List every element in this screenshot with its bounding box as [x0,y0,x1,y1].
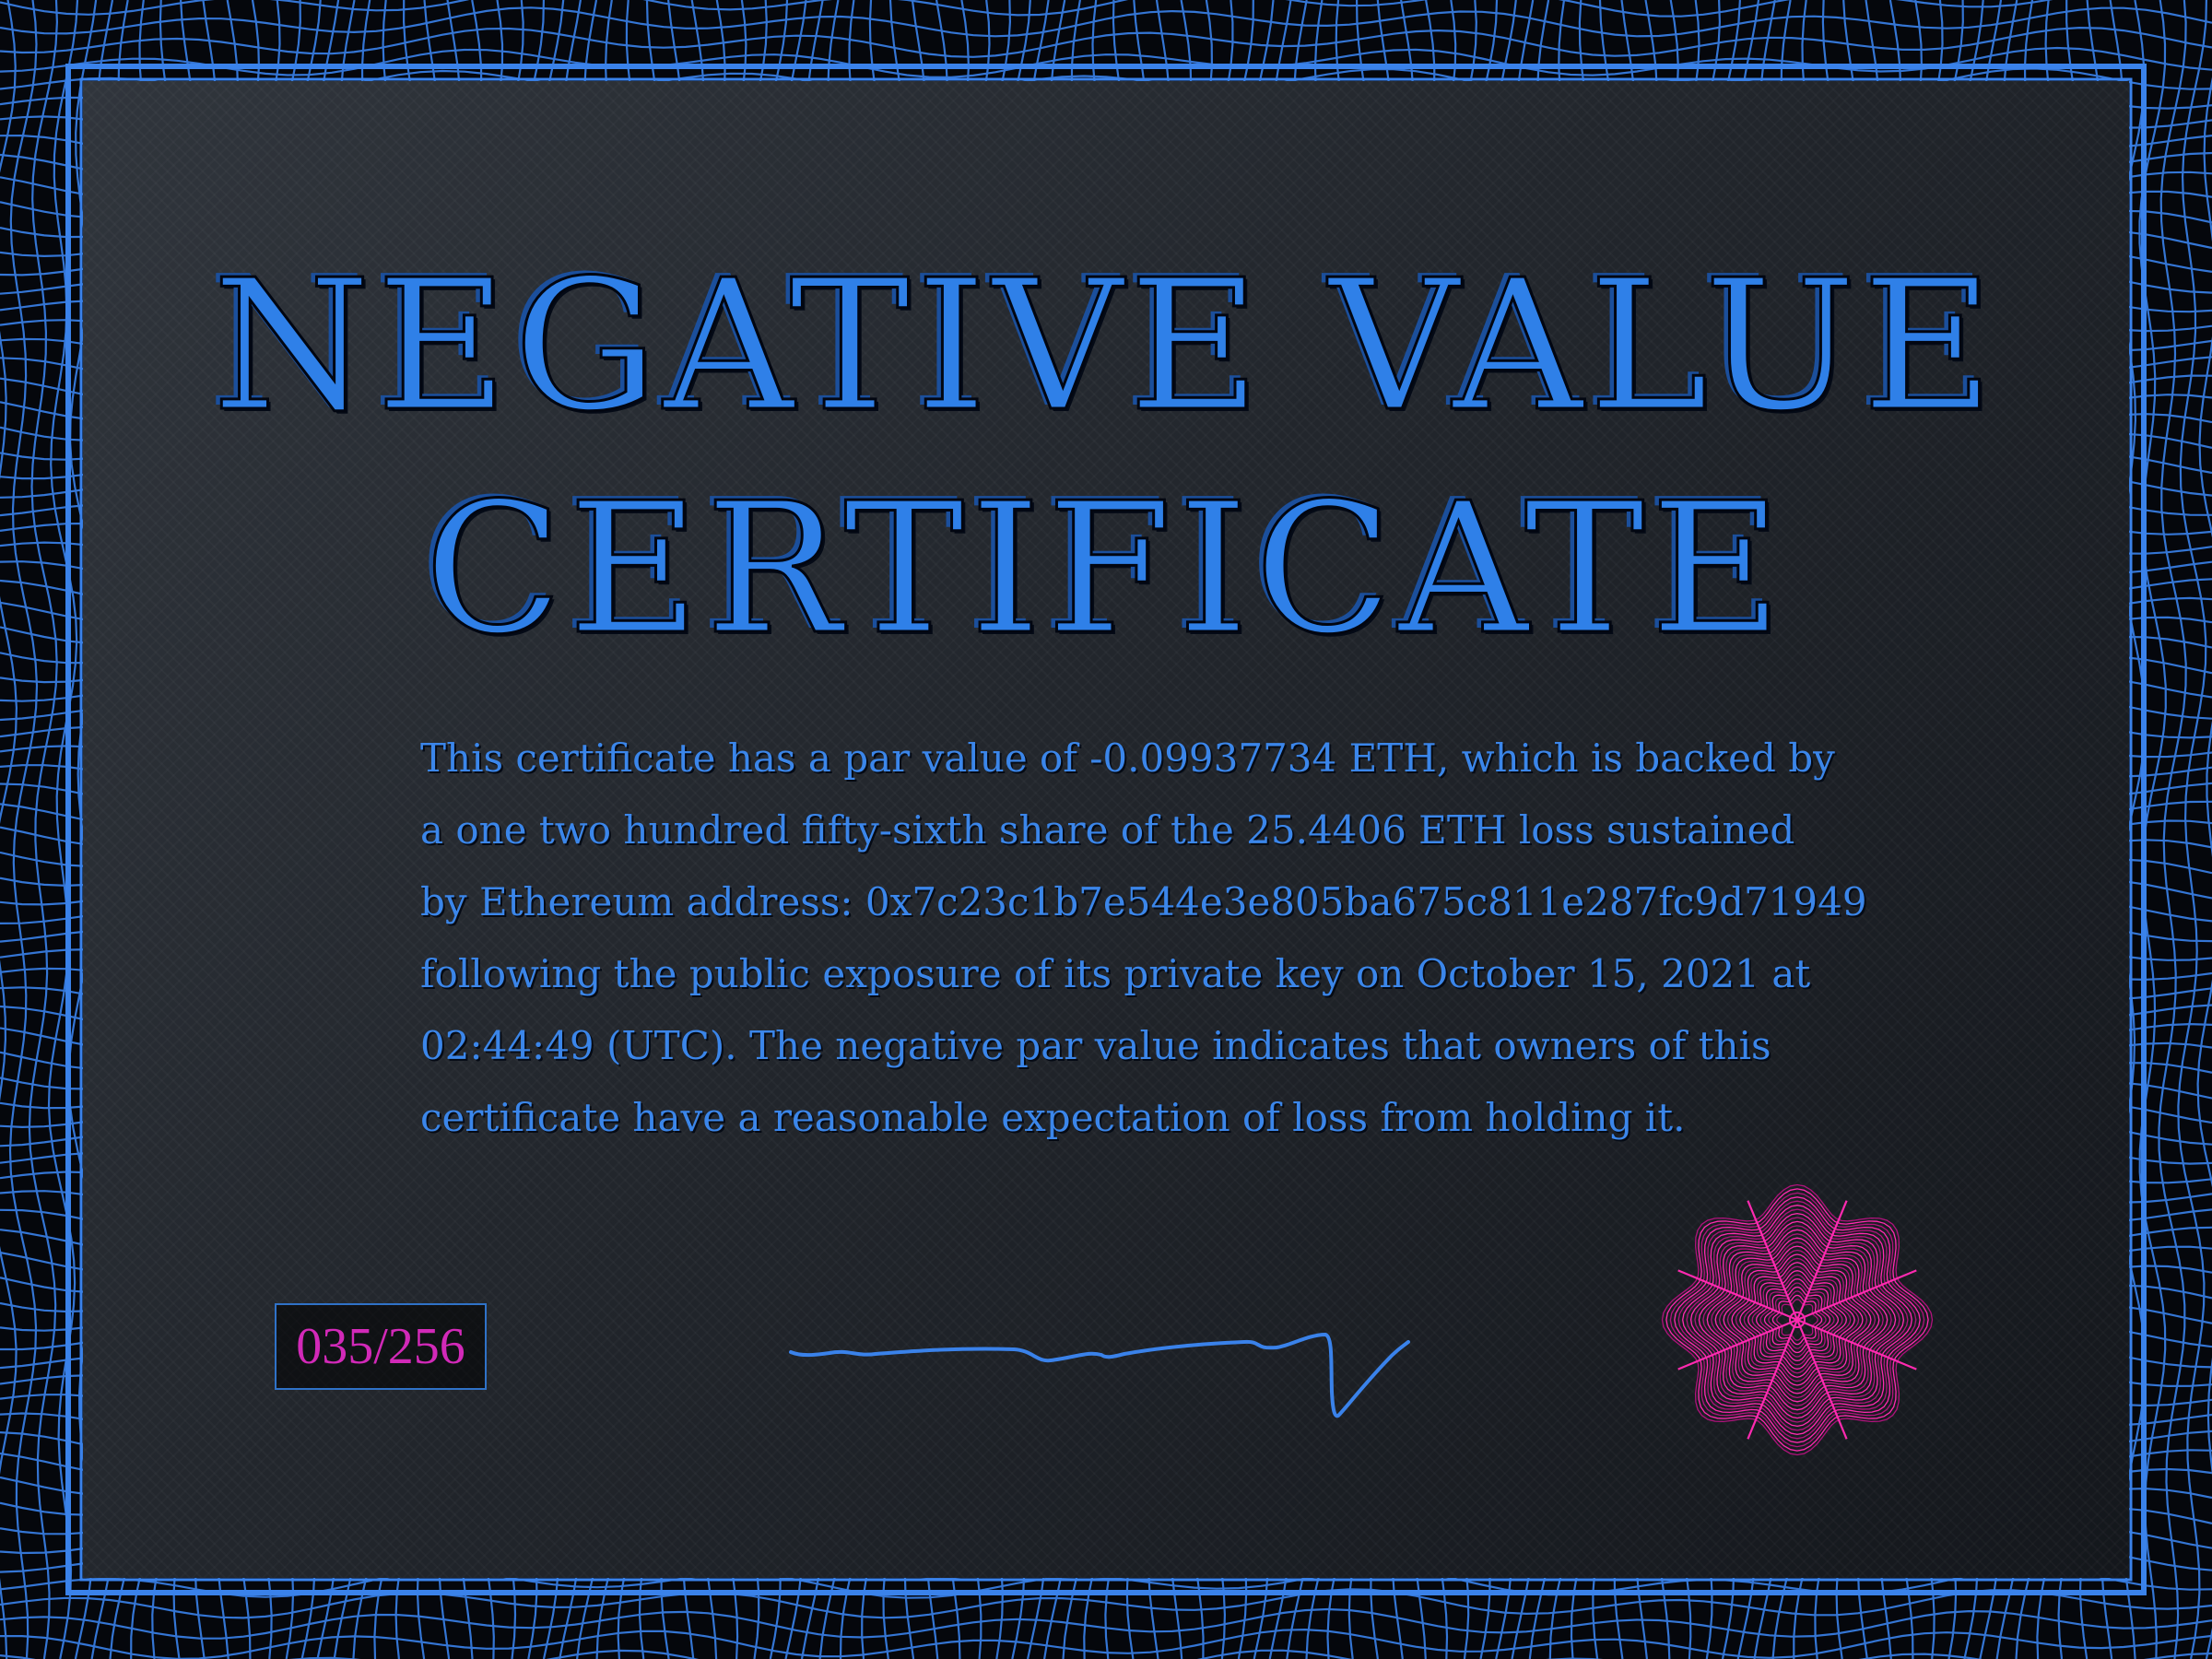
certificate-title-line-2: CERTIFICATE [423,465,1788,675]
signature [789,1333,1410,1418]
certificate: NEGATIVE VALUE CERTIFICATE This certific… [0,0,2212,1659]
body-line-3: by Ethereum address: 0x7c23c1b7e544e3e80… [420,879,1867,924]
body-line-5: 02:44:49 (UTC). The negative par value i… [420,1023,1771,1068]
serial-number: 035/256 [296,1318,465,1375]
certificate-body: This certificate has a par value of -0.0… [420,723,1867,1154]
body-line-6: certificate have a reasonable expectatio… [420,1095,1686,1140]
serial-number-box: 035/256 [275,1303,487,1390]
certificate-title-line-1: NEGATIVE VALUE [211,241,2000,452]
body-line-2: a one two hundred fifty-sixth share of t… [420,807,1795,853]
body-line-4: following the public exposure of its pri… [420,951,1811,996]
body-line-1: This certificate has a par value of -0.0… [420,735,1835,781]
rosette-seal-icon [1661,1183,1934,1456]
